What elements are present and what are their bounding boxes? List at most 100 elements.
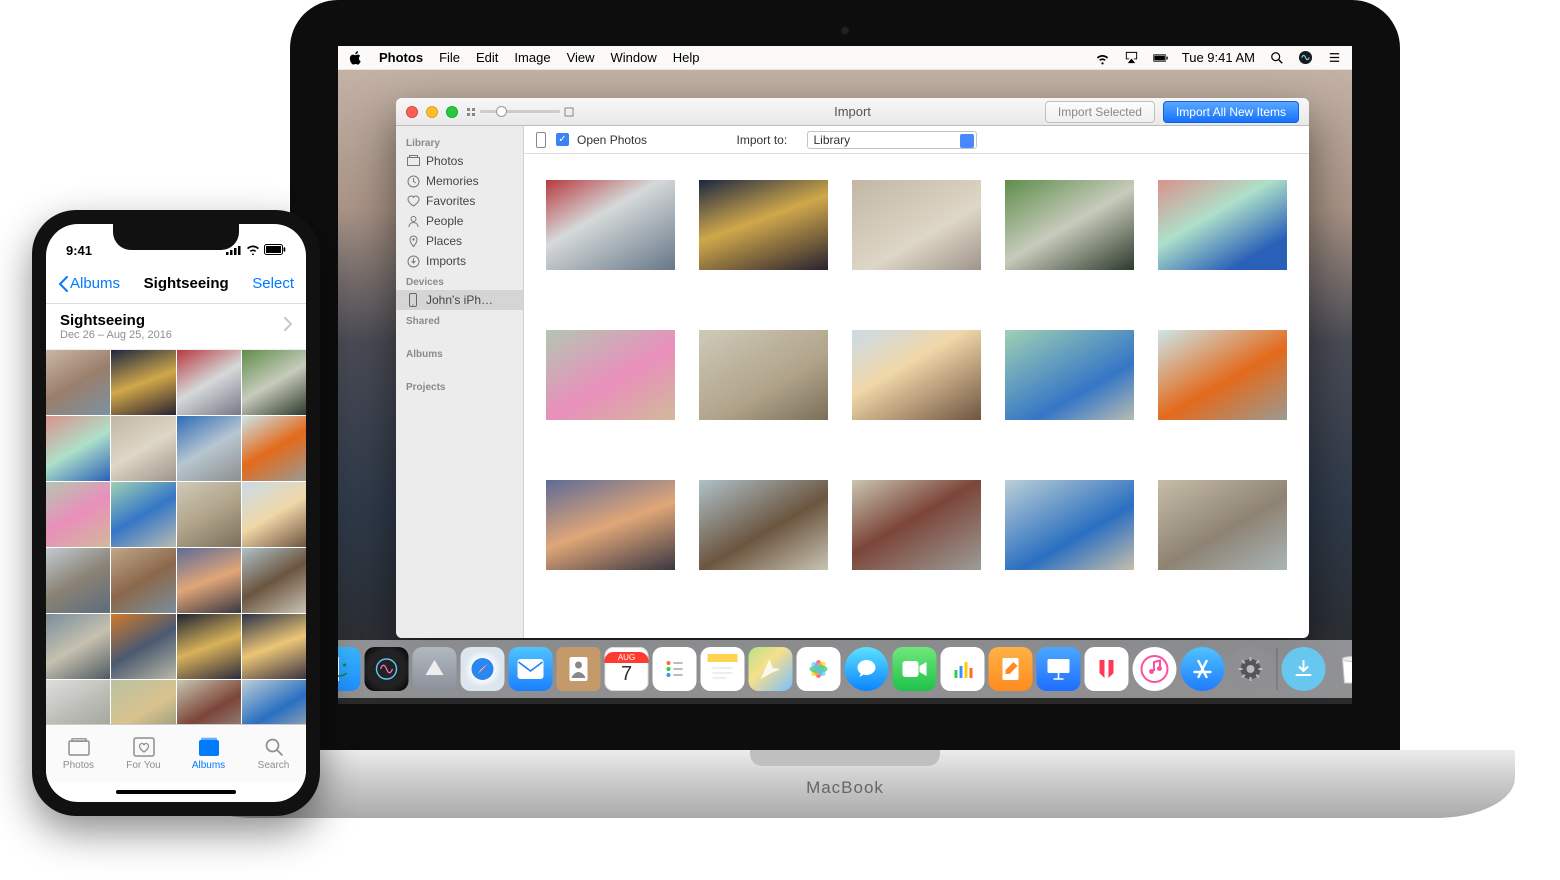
siri-icon[interactable]	[1298, 50, 1313, 65]
thumbnail[interactable]	[699, 480, 828, 570]
photo-thumbnail[interactable]	[177, 548, 241, 613]
photo-thumbnail[interactable]	[242, 680, 306, 724]
dock-facetime-icon[interactable]	[893, 647, 937, 691]
dock-photos-icon[interactable]	[797, 647, 841, 691]
photo-thumbnail[interactable]	[242, 416, 306, 481]
photo-thumbnail[interactable]	[46, 350, 110, 415]
dock-calendar-icon[interactable]: AUG 7	[605, 647, 649, 691]
thumbnail[interactable]	[1005, 180, 1134, 270]
photo-thumbnail[interactable]	[177, 614, 241, 679]
dock-appstore-icon[interactable]	[1181, 647, 1225, 691]
open-photos-checkbox[interactable]: ✓	[556, 133, 569, 146]
dock-notes-icon[interactable]	[701, 647, 745, 691]
wifi-icon[interactable]	[1095, 50, 1110, 65]
thumbnail[interactable]	[546, 180, 675, 270]
menubar-app-name[interactable]: Photos	[379, 50, 423, 65]
photo-thumbnail[interactable]	[242, 350, 306, 415]
sidebar-item-favorites[interactable]: Favorites	[396, 191, 523, 211]
thumbnail-zoom-slider[interactable]	[466, 107, 574, 117]
menubar-clock[interactable]: Tue 9:41 AM	[1182, 50, 1255, 65]
sidebar-item-memories[interactable]: Memories	[396, 171, 523, 191]
dock-itunes-icon[interactable]	[1133, 647, 1177, 691]
photo-thumbnail[interactable]	[177, 416, 241, 481]
fullscreen-button[interactable]	[446, 106, 458, 118]
photo-thumbnail[interactable]	[46, 614, 110, 679]
photo-thumbnail[interactable]	[46, 416, 110, 481]
menubar-item-file[interactable]: File	[439, 50, 460, 65]
photo-thumbnail[interactable]	[111, 614, 175, 679]
menubar-item-help[interactable]: Help	[673, 50, 700, 65]
photo-thumbnail[interactable]	[111, 482, 175, 547]
photo-thumbnail[interactable]	[177, 482, 241, 547]
tab-photos[interactable]: Photos	[46, 725, 111, 782]
dock-stocks-icon[interactable]	[941, 647, 985, 691]
dock-downloads-icon[interactable]	[1282, 647, 1326, 691]
dock-safari-icon[interactable]	[461, 647, 505, 691]
apple-logo-icon[interactable]	[348, 50, 363, 65]
notification-center-icon[interactable]	[1327, 50, 1342, 65]
minimize-button[interactable]	[426, 106, 438, 118]
photo-thumbnail[interactable]	[242, 482, 306, 547]
dock-finder-icon[interactable]	[338, 647, 361, 691]
photo-thumbnail[interactable]	[242, 548, 306, 613]
dock-reminders-icon[interactable]	[653, 647, 697, 691]
import-selected-button[interactable]: Import Selected	[1045, 101, 1155, 123]
thumbnail[interactable]	[546, 330, 675, 420]
dock-contacts-icon[interactable]	[557, 647, 601, 691]
dock-news-icon[interactable]	[1085, 647, 1129, 691]
thumbnail[interactable]	[852, 180, 981, 270]
battery-icon[interactable]	[1153, 50, 1168, 65]
thumbnail[interactable]	[1158, 480, 1287, 570]
import-all-button[interactable]: Import All New Items	[1163, 101, 1299, 123]
photo-thumbnail[interactable]	[111, 416, 175, 481]
menubar-item-image[interactable]: Image	[514, 50, 550, 65]
thumbnail[interactable]	[1158, 180, 1287, 270]
close-button[interactable]	[406, 106, 418, 118]
home-indicator[interactable]	[46, 782, 306, 802]
album-header[interactable]: Sightseeing Dec 26 – Aug 25, 2016	[46, 304, 306, 350]
sidebar-item-places[interactable]: Places	[396, 231, 523, 251]
thumbnail[interactable]	[852, 330, 981, 420]
photo-thumbnail[interactable]	[242, 614, 306, 679]
sidebar-item-imports[interactable]: Imports	[396, 251, 523, 271]
photo-thumbnail[interactable]	[111, 680, 175, 724]
spotlight-icon[interactable]	[1269, 50, 1284, 65]
tab-albums[interactable]: Albums	[176, 725, 241, 782]
dock-preferences-icon[interactable]	[1229, 647, 1273, 691]
tab-for-you[interactable]: For You	[111, 725, 176, 782]
thumbnail[interactable]	[699, 330, 828, 420]
photo-thumbnail[interactable]	[46, 482, 110, 547]
select-button[interactable]: Select	[252, 275, 294, 292]
thumbnail[interactable]	[1005, 480, 1134, 570]
thumbnail[interactable]	[1005, 330, 1134, 420]
dock-mail-icon[interactable]	[509, 647, 553, 691]
airplay-icon[interactable]	[1124, 50, 1139, 65]
import-to-select[interactable]: Library	[807, 131, 977, 149]
thumbnail[interactable]	[546, 480, 675, 570]
photo-thumbnail[interactable]	[177, 680, 241, 724]
dock-launchpad-icon[interactable]	[413, 647, 457, 691]
photo-thumbnail[interactable]	[111, 350, 175, 415]
photo-thumbnail[interactable]	[46, 548, 110, 613]
thumbnail[interactable]	[699, 180, 828, 270]
photo-thumbnail[interactable]	[46, 680, 110, 724]
dock-keynote-icon[interactable]	[1037, 647, 1081, 691]
thumbnail[interactable]	[1158, 330, 1287, 420]
sidebar-item-photos[interactable]: Photos	[396, 151, 523, 171]
import-to-label: Import to:	[737, 133, 788, 147]
back-button[interactable]: Albums	[58, 275, 120, 292]
photo-thumbnail[interactable]	[111, 548, 175, 613]
menubar-item-edit[interactable]: Edit	[476, 50, 498, 65]
dock-messages-icon[interactable]	[845, 647, 889, 691]
dock-siri-icon[interactable]	[365, 647, 409, 691]
tab-search[interactable]: Search	[241, 725, 306, 782]
menubar-item-window[interactable]: Window	[611, 50, 657, 65]
dock-trash-icon[interactable]	[1330, 647, 1353, 691]
sidebar-item-device[interactable]: John's iPh…	[396, 290, 523, 310]
dock-pages-icon[interactable]	[989, 647, 1033, 691]
photo-thumbnail[interactable]	[177, 350, 241, 415]
thumbnail[interactable]	[852, 480, 981, 570]
dock-maps-icon[interactable]	[749, 647, 793, 691]
sidebar-item-people[interactable]: People	[396, 211, 523, 231]
menubar-item-view[interactable]: View	[567, 50, 595, 65]
